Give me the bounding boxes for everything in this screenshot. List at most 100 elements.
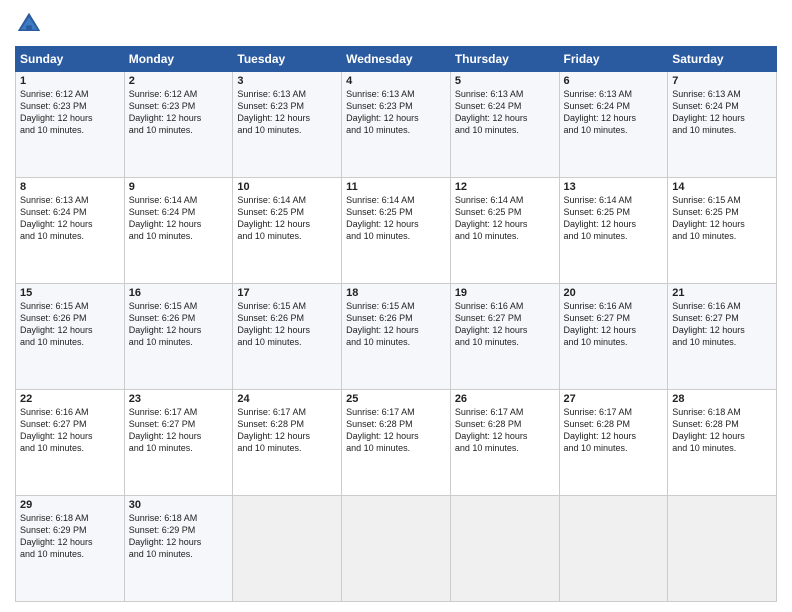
cell-info: Sunrise: 6:16 AM Sunset: 6:27 PM Dayligh… <box>672 300 772 349</box>
day-number: 10 <box>237 181 337 193</box>
cell-info: Sunrise: 6:15 AM Sunset: 6:26 PM Dayligh… <box>237 300 337 349</box>
day-number: 8 <box>20 181 120 193</box>
day-number: 11 <box>346 181 446 193</box>
cell-info: Sunrise: 6:17 AM Sunset: 6:28 PM Dayligh… <box>564 406 664 455</box>
calendar-cell: 13Sunrise: 6:14 AM Sunset: 6:25 PM Dayli… <box>559 178 668 284</box>
calendar-cell: 21Sunrise: 6:16 AM Sunset: 6:27 PM Dayli… <box>668 284 777 390</box>
calendar-cell: 6Sunrise: 6:13 AM Sunset: 6:24 PM Daylig… <box>559 72 668 178</box>
day-number: 23 <box>129 393 229 405</box>
day-number: 14 <box>672 181 772 193</box>
day-number: 26 <box>455 393 555 405</box>
day-number: 22 <box>20 393 120 405</box>
calendar-cell: 16Sunrise: 6:15 AM Sunset: 6:26 PM Dayli… <box>124 284 233 390</box>
cell-info: Sunrise: 6:13 AM Sunset: 6:23 PM Dayligh… <box>237 88 337 137</box>
day-number: 5 <box>455 75 555 87</box>
day-number: 28 <box>672 393 772 405</box>
calendar-cell: 4Sunrise: 6:13 AM Sunset: 6:23 PM Daylig… <box>342 72 451 178</box>
calendar-cell: 17Sunrise: 6:15 AM Sunset: 6:26 PM Dayli… <box>233 284 342 390</box>
cell-info: Sunrise: 6:15 AM Sunset: 6:25 PM Dayligh… <box>672 194 772 243</box>
days-row: SundayMondayTuesdayWednesdayThursdayFrid… <box>16 47 777 72</box>
calendar-cell: 20Sunrise: 6:16 AM Sunset: 6:27 PM Dayli… <box>559 284 668 390</box>
day-number: 30 <box>129 499 229 511</box>
cell-info: Sunrise: 6:17 AM Sunset: 6:27 PM Dayligh… <box>129 406 229 455</box>
calendar-cell: 28Sunrise: 6:18 AM Sunset: 6:28 PM Dayli… <box>668 390 777 496</box>
calendar-cell <box>668 496 777 602</box>
calendar-cell: 30Sunrise: 6:18 AM Sunset: 6:29 PM Dayli… <box>124 496 233 602</box>
cell-info: Sunrise: 6:13 AM Sunset: 6:24 PM Dayligh… <box>564 88 664 137</box>
calendar-cell <box>342 496 451 602</box>
day-number: 29 <box>20 499 120 511</box>
cell-info: Sunrise: 6:15 AM Sunset: 6:26 PM Dayligh… <box>20 300 120 349</box>
calendar-cell: 10Sunrise: 6:14 AM Sunset: 6:25 PM Dayli… <box>233 178 342 284</box>
calendar-cell <box>559 496 668 602</box>
calendar-cell: 9Sunrise: 6:14 AM Sunset: 6:24 PM Daylig… <box>124 178 233 284</box>
cell-info: Sunrise: 6:17 AM Sunset: 6:28 PM Dayligh… <box>346 406 446 455</box>
calendar-header: SundayMondayTuesdayWednesdayThursdayFrid… <box>16 47 777 72</box>
day-number: 27 <box>564 393 664 405</box>
day-number: 2 <box>129 75 229 87</box>
calendar-cell: 22Sunrise: 6:16 AM Sunset: 6:27 PM Dayli… <box>16 390 125 496</box>
cell-info: Sunrise: 6:13 AM Sunset: 6:23 PM Dayligh… <box>346 88 446 137</box>
day-header-tuesday: Tuesday <box>233 47 342 72</box>
calendar-cell: 1Sunrise: 6:12 AM Sunset: 6:23 PM Daylig… <box>16 72 125 178</box>
calendar-cell: 18Sunrise: 6:15 AM Sunset: 6:26 PM Dayli… <box>342 284 451 390</box>
cell-info: Sunrise: 6:15 AM Sunset: 6:26 PM Dayligh… <box>129 300 229 349</box>
cell-info: Sunrise: 6:13 AM Sunset: 6:24 PM Dayligh… <box>20 194 120 243</box>
logo <box>15 10 47 38</box>
calendar-cell: 24Sunrise: 6:17 AM Sunset: 6:28 PM Dayli… <box>233 390 342 496</box>
cell-info: Sunrise: 6:16 AM Sunset: 6:27 PM Dayligh… <box>20 406 120 455</box>
day-header-thursday: Thursday <box>450 47 559 72</box>
page: SundayMondayTuesdayWednesdayThursdayFrid… <box>0 0 792 612</box>
cell-info: Sunrise: 6:16 AM Sunset: 6:27 PM Dayligh… <box>455 300 555 349</box>
calendar-cell: 8Sunrise: 6:13 AM Sunset: 6:24 PM Daylig… <box>16 178 125 284</box>
day-number: 6 <box>564 75 664 87</box>
day-number: 21 <box>672 287 772 299</box>
calendar-cell: 5Sunrise: 6:13 AM Sunset: 6:24 PM Daylig… <box>450 72 559 178</box>
calendar-cell: 7Sunrise: 6:13 AM Sunset: 6:24 PM Daylig… <box>668 72 777 178</box>
day-header-wednesday: Wednesday <box>342 47 451 72</box>
cell-info: Sunrise: 6:17 AM Sunset: 6:28 PM Dayligh… <box>237 406 337 455</box>
day-header-friday: Friday <box>559 47 668 72</box>
cell-info: Sunrise: 6:14 AM Sunset: 6:24 PM Dayligh… <box>129 194 229 243</box>
week-row-1: 1Sunrise: 6:12 AM Sunset: 6:23 PM Daylig… <box>16 72 777 178</box>
cell-info: Sunrise: 6:13 AM Sunset: 6:24 PM Dayligh… <box>455 88 555 137</box>
cell-info: Sunrise: 6:13 AM Sunset: 6:24 PM Dayligh… <box>672 88 772 137</box>
calendar-cell <box>233 496 342 602</box>
week-row-4: 22Sunrise: 6:16 AM Sunset: 6:27 PM Dayli… <box>16 390 777 496</box>
day-number: 15 <box>20 287 120 299</box>
cell-info: Sunrise: 6:14 AM Sunset: 6:25 PM Dayligh… <box>455 194 555 243</box>
day-number: 4 <box>346 75 446 87</box>
calendar-body: 1Sunrise: 6:12 AM Sunset: 6:23 PM Daylig… <box>16 72 777 602</box>
day-number: 17 <box>237 287 337 299</box>
calendar-cell: 23Sunrise: 6:17 AM Sunset: 6:27 PM Dayli… <box>124 390 233 496</box>
day-number: 3 <box>237 75 337 87</box>
day-number: 12 <box>455 181 555 193</box>
day-number: 19 <box>455 287 555 299</box>
logo-icon <box>15 10 43 38</box>
calendar-cell: 25Sunrise: 6:17 AM Sunset: 6:28 PM Dayli… <box>342 390 451 496</box>
calendar-cell: 3Sunrise: 6:13 AM Sunset: 6:23 PM Daylig… <box>233 72 342 178</box>
cell-info: Sunrise: 6:18 AM Sunset: 6:29 PM Dayligh… <box>129 512 229 561</box>
week-row-2: 8Sunrise: 6:13 AM Sunset: 6:24 PM Daylig… <box>16 178 777 284</box>
cell-info: Sunrise: 6:15 AM Sunset: 6:26 PM Dayligh… <box>346 300 446 349</box>
calendar-cell <box>450 496 559 602</box>
calendar-cell: 27Sunrise: 6:17 AM Sunset: 6:28 PM Dayli… <box>559 390 668 496</box>
calendar-cell: 29Sunrise: 6:18 AM Sunset: 6:29 PM Dayli… <box>16 496 125 602</box>
cell-info: Sunrise: 6:18 AM Sunset: 6:28 PM Dayligh… <box>672 406 772 455</box>
day-header-saturday: Saturday <box>668 47 777 72</box>
day-number: 9 <box>129 181 229 193</box>
day-number: 25 <box>346 393 446 405</box>
week-row-5: 29 Sunrise: 6:18 AM Sunset: 6:29 PM Dayli… <box>16 496 777 602</box>
calendar-cell: 15Sunrise: 6:15 AM Sunset: 6:26 PM Dayli… <box>16 284 125 390</box>
header <box>15 10 777 38</box>
cell-info: Sunrise: 6:12 AM Sunset: 6:23 PM Dayligh… <box>129 88 229 137</box>
calendar-cell: 12Sunrise: 6:14 AM Sunset: 6:25 PM Dayli… <box>450 178 559 284</box>
calendar-cell: 19Sunrise: 6:16 AM Sunset: 6:27 PM Dayli… <box>450 284 559 390</box>
day-number: 13 <box>564 181 664 193</box>
day-number: 16 <box>129 287 229 299</box>
calendar-cell: 26Sunrise: 6:17 AM Sunset: 6:28 PM Dayli… <box>450 390 559 496</box>
calendar-cell: 11Sunrise: 6:14 AM Sunset: 6:25 PM Dayli… <box>342 178 451 284</box>
day-number: 20 <box>564 287 664 299</box>
calendar-cell: 2Sunrise: 6:12 AM Sunset: 6:23 PM Daylig… <box>124 72 233 178</box>
cell-info: Sunrise: 6:12 AM Sunset: 6:23 PM Dayligh… <box>20 88 120 137</box>
